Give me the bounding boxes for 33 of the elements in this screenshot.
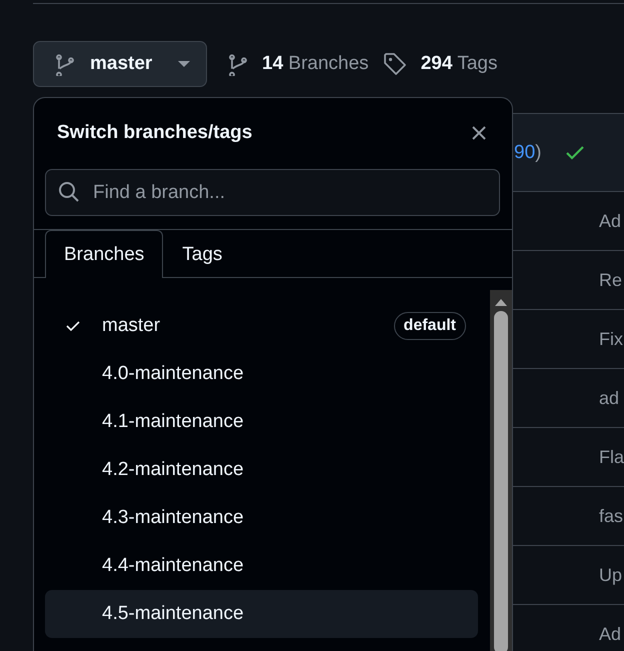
branch-icon bbox=[227, 52, 249, 76]
branch-item[interactable]: 4.4-maintenance bbox=[45, 542, 478, 590]
commit-message[interactable]: Fix bbox=[599, 328, 623, 350]
commit-message[interactable]: ad bbox=[599, 388, 620, 408]
commit-message[interactable]: fas bbox=[599, 506, 624, 526]
commit-text: ) bbox=[535, 142, 542, 164]
branch-item[interactable]: 4.3-maintenance bbox=[45, 494, 478, 542]
default-badge: default bbox=[394, 312, 466, 340]
scrollbar[interactable] bbox=[490, 290, 512, 651]
branch-icon bbox=[54, 52, 76, 76]
popup-title: Switch branches/tags bbox=[57, 122, 252, 144]
scroll-up-arrow-icon[interactable] bbox=[494, 297, 508, 307]
tag-icon bbox=[382, 52, 407, 76]
branch-item[interactable]: master default bbox=[45, 302, 478, 350]
commit-message[interactable]: Re bbox=[599, 270, 622, 290]
close-icon[interactable] bbox=[471, 125, 487, 141]
tab[interactable]: Branches bbox=[45, 230, 164, 278]
commit-link[interactable]: 90 bbox=[514, 142, 536, 164]
commit-message[interactable]: Ad bbox=[599, 624, 622, 644]
commit-message[interactable]: Up bbox=[599, 564, 622, 586]
branch-item[interactable]: 4.0-maintenance bbox=[45, 350, 478, 398]
scrollbar-thumb[interactable] bbox=[494, 311, 508, 651]
branch-item[interactable]: 4.1-maintenance bbox=[45, 398, 478, 446]
branch-item[interactable]: 4.5-maintenance bbox=[45, 590, 478, 638]
caret-icon bbox=[178, 60, 190, 68]
branches-link[interactable]: 14 Branches bbox=[262, 53, 369, 75]
branch-select-button[interactable]: master bbox=[33, 41, 207, 87]
search-field[interactable]: Find a branch... bbox=[45, 169, 500, 216]
branch-item[interactable]: 4.2-maintenance bbox=[45, 446, 478, 494]
commit-message[interactable]: Ad bbox=[599, 210, 622, 232]
tab[interactable]: Tags bbox=[163, 231, 242, 278]
commit-message[interactable]: Fla bbox=[599, 446, 624, 468]
tags-link[interactable]: 294 Tags bbox=[420, 53, 498, 75]
